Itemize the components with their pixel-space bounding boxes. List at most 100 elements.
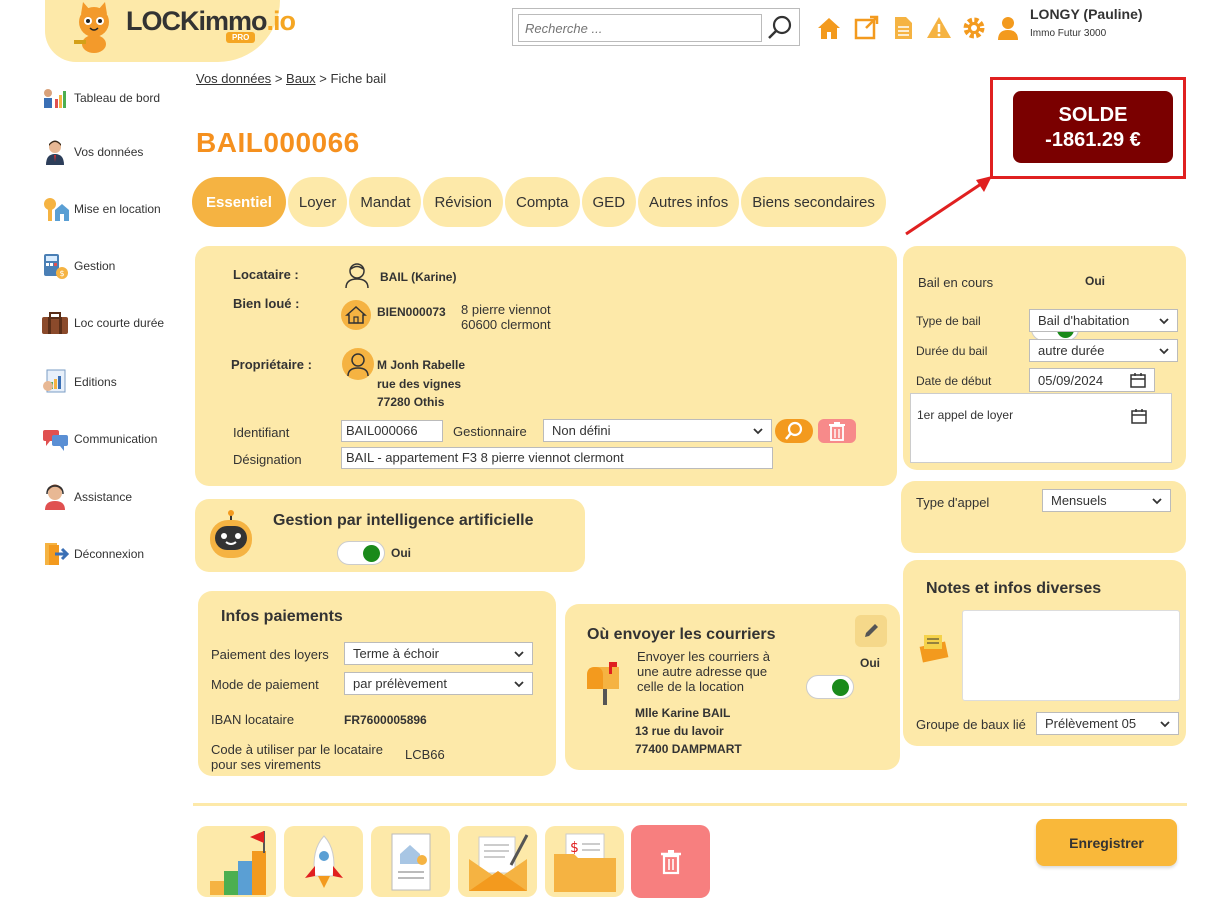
save-button[interactable]: Enregistrer [1036, 819, 1177, 866]
ai-toggle[interactable] [337, 541, 385, 565]
sidebar-item-gestion[interactable]: $ Gestion [40, 252, 115, 280]
document-icon [895, 17, 912, 39]
search-input[interactable] [518, 14, 762, 42]
search-icon [768, 15, 792, 39]
paiement-loyers-value: Terme à échoir [353, 646, 439, 661]
courriers-description-line2: une autre adresse que [637, 664, 768, 679]
delete-bail-button[interactable] [631, 825, 710, 898]
user-button[interactable] [994, 14, 1022, 42]
tab-ged[interactable]: GED [581, 177, 637, 227]
tab-compta[interactable]: Compta [504, 177, 580, 227]
sidebar-item-mise-en-location[interactable]: Mise en location [40, 195, 161, 223]
premier-appel-box[interactable]: 1er appel de loyer [910, 393, 1172, 463]
edit-address-button[interactable] [855, 615, 887, 647]
date-debut-input[interactable]: 05/09/2024 [1029, 368, 1155, 392]
gestionnaire-search-button[interactable] [775, 419, 813, 443]
sidebar-item-communication[interactable]: Communication [40, 425, 157, 453]
sidebar-item-assistance[interactable]: Assistance [40, 483, 132, 511]
home-button[interactable] [815, 14, 843, 42]
paiement-loyers-select[interactable]: Terme à échoir [344, 642, 533, 665]
payments-title: Infos paiements [221, 608, 343, 625]
breadcrumb-vos-donnees[interactable]: Vos données [196, 71, 271, 86]
owner-icon [342, 348, 374, 385]
breadcrumb-baux[interactable]: Baux [286, 71, 316, 86]
rocket-button[interactable] [284, 826, 363, 897]
tab-biens-secondaires[interactable]: Biens secondaires [741, 177, 886, 227]
divider [193, 803, 1187, 806]
sidebar-item-deconnexion[interactable]: Déconnexion [40, 540, 144, 568]
user-company: Immo Futur 3000 [1030, 28, 1107, 39]
gestionnaire-value: Non défini [552, 423, 611, 438]
letter-button[interactable] [458, 826, 537, 897]
groupe-baux-select[interactable]: Prélèvement 05 [1036, 712, 1179, 735]
calendar-icon[interactable] [1131, 408, 1147, 424]
duree-bail-value: autre durée [1038, 343, 1105, 358]
sidebar-item-label: Editions [74, 375, 117, 389]
code-virement-label-line1: Code à utiliser par le locataire [211, 742, 383, 757]
mailbox-icon [581, 661, 625, 712]
proprietaire-label: Propriétaire : [231, 357, 312, 372]
mode-paiement-select[interactable]: par prélèvement [344, 672, 533, 695]
home-icon [818, 18, 840, 39]
courriers-description: Envoyer les courriers à une autre adress… [637, 649, 770, 694]
external-link-button[interactable] [852, 14, 880, 42]
tab-autres-infos[interactable]: Autres infos [638, 177, 740, 227]
sidebar-item-editions[interactable]: Editions [40, 368, 117, 396]
search-button[interactable] [765, 13, 795, 43]
external-link-icon [854, 15, 879, 40]
sidebar-item-loc-courte-duree[interactable]: Loc courte durée [40, 309, 164, 337]
document-button[interactable] [889, 14, 917, 42]
tab-essentiel[interactable]: Essentiel [192, 177, 286, 227]
sidebar-item-dashboard[interactable]: Tableau de bord [40, 84, 160, 112]
gestionnaire-label: Gestionnaire [453, 424, 527, 439]
premier-appel-label: 1er appel de loyer [917, 408, 1014, 422]
cat-logo-icon [68, 2, 120, 54]
settings-button[interactable] [960, 14, 988, 42]
pro-badge: PRO [226, 32, 256, 43]
duree-bail-label: Durée du bail [916, 344, 988, 358]
bien-ref[interactable]: BIEN000073 [377, 305, 446, 319]
tab-loyer[interactable]: Loyer [287, 177, 348, 227]
dashboard-icon [40, 84, 70, 112]
courriers-description-line1: Envoyer les courriers à [637, 649, 770, 664]
type-bail-select[interactable]: Bail d'habitation [1029, 309, 1178, 332]
progress-steps-button[interactable] [197, 826, 276, 897]
sidebar-item-vos-donnees[interactable]: Vos données [40, 138, 143, 166]
proprietaire-address-line1: rue des vignes [377, 377, 462, 391]
mode-paiement-label: Mode de paiement [211, 677, 319, 692]
sidebar-item-label: Mise en location [74, 202, 161, 216]
person-icon [40, 138, 70, 166]
sidebar-item-label: Communication [74, 432, 158, 446]
identifiant-input[interactable]: BAIL000066 [341, 420, 443, 442]
notes-textarea[interactable] [962, 610, 1180, 701]
user-name[interactable]: LONGY (Pauline) [1030, 6, 1143, 22]
code-virement-label: Code à utiliser par le locataire pour se… [211, 742, 383, 772]
svg-text:$: $ [570, 840, 579, 856]
tab-revision[interactable]: Révision [423, 177, 503, 227]
code-virement-label-line2: pour ses virements [211, 757, 321, 772]
sidebar-item-label: Gestion [74, 259, 116, 273]
courriers-toggle[interactable] [806, 675, 854, 699]
chevron-down-icon [1152, 497, 1162, 504]
property-document-button[interactable] [371, 826, 450, 897]
proprietaire-name[interactable]: M Jonh Rabelle [377, 358, 465, 372]
designation-input[interactable]: BAIL - appartement F3 8 pierre viennot c… [341, 447, 773, 469]
paiement-loyers-label: Paiement des loyers [211, 647, 329, 662]
tab-mandat[interactable]: Mandat [349, 177, 422, 227]
notes-title: Notes et infos diverses [926, 580, 1102, 597]
ai-title: Gestion par intelligence artificielle [273, 512, 534, 529]
sidebar-item-label: Assistance [74, 490, 133, 504]
duree-bail-select[interactable]: autre durée [1029, 339, 1178, 362]
gestionnaire-delete-button[interactable] [818, 419, 856, 443]
iban-label: IBAN locataire [211, 712, 295, 727]
type-appel-value: Mensuels [1051, 493, 1107, 508]
alert-button[interactable] [925, 14, 953, 42]
tenant-icon [343, 261, 371, 294]
invoice-folder-button[interactable]: $ [545, 826, 624, 897]
support-agent-icon [40, 483, 70, 511]
sidebar-item-label: Tableau de bord [74, 91, 161, 105]
type-appel-select[interactable]: Mensuels [1042, 489, 1171, 512]
locataire-value[interactable]: BAIL (Karine) [380, 270, 456, 284]
pencil-icon [865, 624, 878, 637]
gestionnaire-select[interactable]: Non défini [543, 419, 772, 442]
